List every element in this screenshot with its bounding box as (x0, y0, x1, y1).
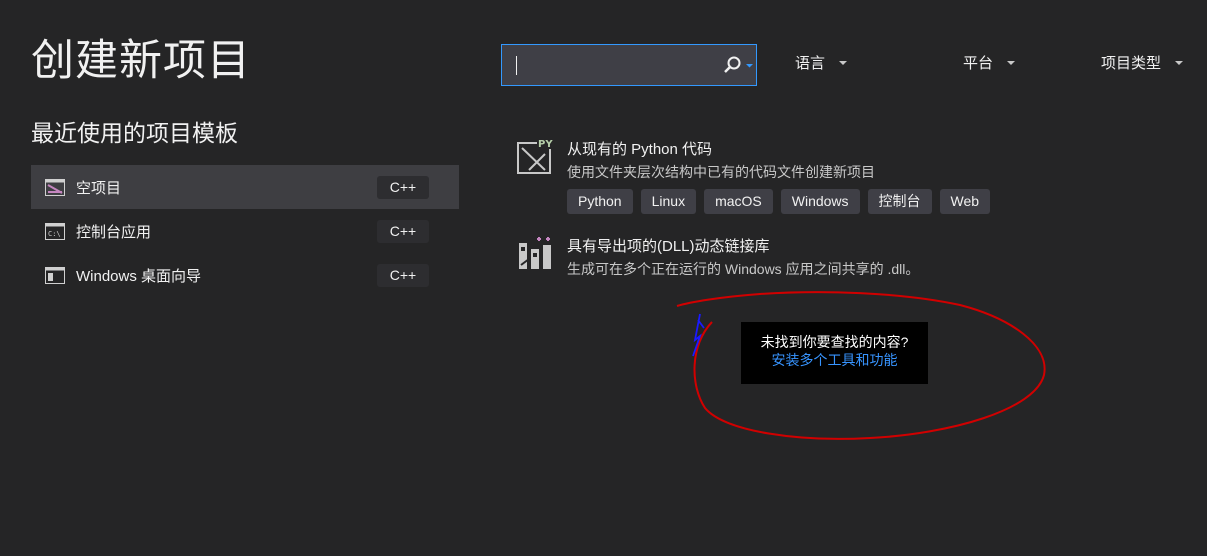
empty-project-icon (45, 178, 65, 196)
tag-linux: Linux (640, 189, 697, 214)
console-app-icon: C:\ (45, 222, 65, 240)
search-input[interactable] (502, 45, 734, 87)
template-description: 生成可在多个正在运行的 Windows 应用之间共享的 .dll。 (567, 261, 920, 277)
project-type-filter[interactable]: 项目类型 (1101, 52, 1184, 73)
language-badge: C++ (377, 264, 429, 287)
tag-macos: macOS (704, 189, 773, 214)
page-title: 创建新项目 (31, 37, 251, 85)
platform-filter-label: 平台 (963, 55, 994, 72)
language-filter[interactable]: 语言 (795, 52, 848, 73)
dll-library-icon (519, 237, 551, 269)
python-from-code-icon: PY (517, 138, 553, 174)
not-found-question: 未找到你要查找的内容? (760, 334, 909, 350)
search-box[interactable] (501, 44, 757, 87)
text-cursor (516, 56, 517, 75)
recent-item-windows-desktop[interactable]: Windows 桌面向导 C++ (31, 253, 459, 297)
search-icon[interactable] (721, 54, 743, 76)
chevron-down-icon (746, 64, 753, 68)
not-found-panel: 未找到你要查找的内容? 安装多个工具和功能 (741, 322, 928, 384)
recent-item-label: 控制台应用 (76, 223, 152, 241)
recent-item-empty-project[interactable]: 空项目 C++ (31, 165, 459, 209)
language-badge: C++ (377, 220, 429, 243)
chevron-down-icon (839, 60, 848, 65)
tag-windows: Windows (780, 189, 860, 214)
recent-templates-list: 空项目 C++ C:\ 控制台应用 C++ Windows 桌面向导 C++ (31, 165, 459, 297)
svg-text:C:\: C:\ (48, 230, 61, 238)
chevron-down-icon (1175, 60, 1184, 65)
language-filter-label: 语言 (795, 55, 826, 72)
chevron-down-icon (1007, 60, 1016, 65)
template-name: 具有导出项的(DLL)动态链接库 (567, 238, 770, 255)
recent-item-console-app[interactable]: C:\ 控制台应用 C++ (31, 209, 459, 253)
windows-desktop-icon (45, 266, 65, 284)
tag-console: 控制台 (867, 189, 932, 214)
search-dropdown-button[interactable] (743, 45, 756, 85)
tag-web: Web (939, 189, 991, 214)
platform-filter[interactable]: 平台 (963, 52, 1016, 73)
svg-text:PY: PY (538, 139, 553, 150)
recent-item-label: 空项目 (76, 179, 122, 197)
tag-python: Python (567, 189, 633, 214)
project-type-filter-label: 项目类型 (1101, 55, 1162, 72)
recent-item-label: Windows 桌面向导 (76, 267, 202, 285)
recent-templates-title: 最近使用的项目模板 (31, 120, 238, 146)
template-tags: Python Linux macOS Windows 控制台 Web (567, 189, 991, 214)
template-description: 使用文件夹层次结构中已有的代码文件创建新项目 (567, 164, 875, 180)
template-name: 从现有的 Python 代码 (567, 141, 713, 158)
install-tools-link[interactable]: 安装多个工具和功能 (741, 351, 928, 369)
language-badge: C++ (377, 176, 429, 199)
